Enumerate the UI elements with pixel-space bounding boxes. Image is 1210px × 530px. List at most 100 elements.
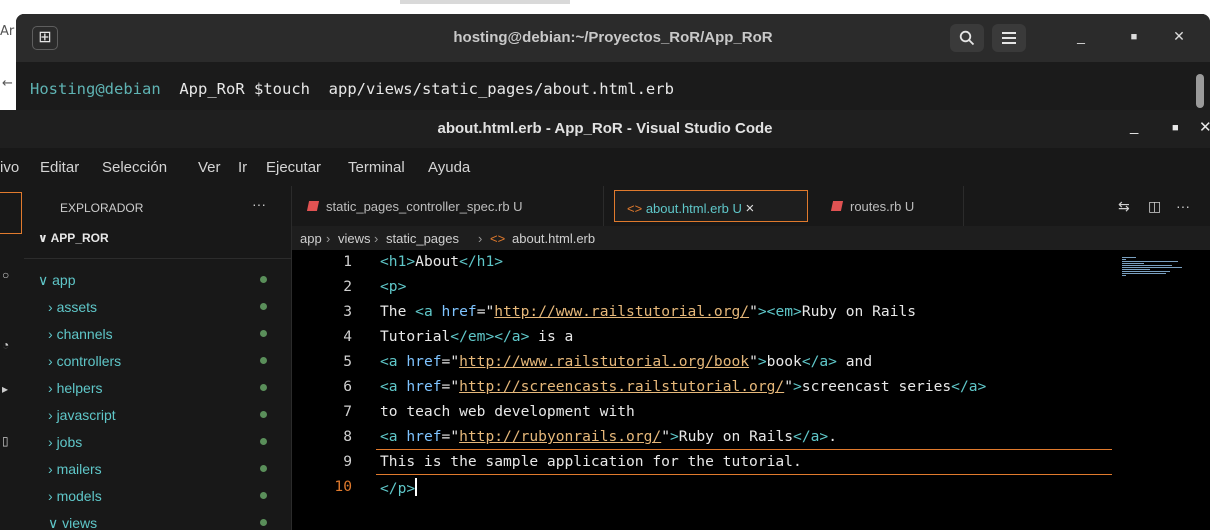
line-number: 4 — [343, 328, 352, 345]
git-status-dot — [260, 519, 267, 526]
menu-ayuda[interactable]: Ayuda — [428, 159, 470, 176]
chevron-right-icon: › — [48, 380, 57, 396]
tree-item-javascript[interactable]: › javascript — [24, 403, 292, 429]
code-text: Tutorial</em></a> is a — [380, 328, 574, 345]
menu-ejecutar[interactable]: Ejecutar — [266, 159, 321, 176]
code-text: <a href="http://www.railstutorial.org/bo… — [380, 353, 873, 370]
code-line[interactable]: 6 <a href="http://screencasts.railstutori… — [292, 378, 1112, 402]
code-text: <h1>About</h1> — [380, 253, 504, 270]
chevron-right-icon: › — [478, 231, 483, 246]
vscode-close-button[interactable]: ✕ — [1199, 118, 1210, 136]
tree-item-helpers[interactable]: › helpers — [24, 376, 292, 402]
breadcrumb: app › views › static_pages › <> about.ht… — [292, 226, 1210, 250]
breadcrumb-file[interactable]: about.html.erb — [512, 231, 595, 246]
menu-ver[interactable]: Ver — [198, 159, 221, 176]
tree-item-mailers[interactable]: › mailers — [24, 457, 292, 483]
explorer-sidebar: EXPLORADOR ··· ∨ APP_ROR ∨ app › assets › … — [24, 186, 292, 530]
tab-routes-rb[interactable]: routes.rb U — [814, 186, 964, 226]
desktop-text-fragment: Ar — [0, 24, 15, 39]
explorer-activity-icon[interactable] — [0, 192, 22, 234]
minimap[interactable] — [1122, 256, 1182, 280]
code-line[interactable]: 1 <h1>About</h1> — [292, 253, 1112, 277]
git-status-dot — [260, 276, 267, 283]
ruby-file-icon — [306, 201, 320, 211]
code-line[interactable]: 7 to teach web development with — [292, 403, 1112, 427]
terminal-scrollbar[interactable] — [1196, 74, 1204, 108]
code-text: <p> — [380, 278, 407, 295]
tree-item-label: models — [56, 488, 102, 504]
tree-item-models[interactable]: › models — [24, 484, 292, 510]
line-number: 10 — [334, 478, 352, 495]
tree-item-controllers[interactable]: › controllers — [24, 349, 292, 375]
more-actions-icon[interactable]: ··· — [1176, 198, 1190, 214]
line-number: 1 — [343, 253, 352, 270]
code-text: This is the sample application for the t… — [380, 453, 802, 470]
terminal-search-button[interactable] — [950, 24, 984, 52]
line-number: 8 — [343, 428, 352, 445]
menu-ir[interactable]: Ir — [238, 159, 247, 176]
hamburger-icon — [1002, 32, 1016, 44]
code-line[interactable]: 3 The <a href="http://www.railstutorial.o… — [292, 303, 1112, 327]
breadcrumb-views[interactable]: views — [338, 231, 371, 246]
chevron-right-icon: › — [48, 353, 57, 369]
tab-static-pages-controller-spec[interactable]: static_pages_controller_spec.rb U — [292, 186, 604, 226]
breadcrumb-static-pages[interactable]: static_pages — [386, 231, 459, 246]
code-text: <a href="http://rubyonrails.org/">Ruby o… — [380, 428, 837, 445]
menu-archivo[interactable]: ivo — [0, 159, 19, 176]
line-number: 5 — [343, 353, 352, 370]
tree-item-jobs[interactable]: › jobs — [24, 430, 292, 456]
git-status-dot — [260, 438, 267, 445]
terminal-command: $touch app/views/static_pages/about.html… — [254, 80, 674, 98]
vscode-window: about.html.erb - App_RoR - Visual Studio… — [0, 110, 1210, 530]
terminal-window: ⊞ hosting@debian:~/Proyectos_RoR/App_RoR… — [16, 14, 1210, 110]
extensions-activity-icon[interactable]: ▯ — [2, 434, 20, 448]
terminal-minimize-button[interactable]: _ — [1071, 28, 1091, 44]
menu-seleccion[interactable]: Selección — [102, 159, 167, 176]
text-caret — [415, 478, 418, 496]
terminal-close-button[interactable]: ✕ — [1169, 28, 1189, 45]
project-name: APP_ROR — [50, 231, 109, 245]
code-line[interactable]: 2 <p> — [292, 278, 1112, 302]
sidebar-divider — [24, 258, 292, 259]
breadcrumb-app[interactable]: app — [300, 231, 322, 246]
code-editor[interactable]: 1 <h1>About</h1> 2 <p> 3 The <a href="http://… — [292, 250, 1210, 530]
code-line[interactable]: 4 Tutorial</em></a> is a — [292, 328, 1112, 352]
prompt-user: Hosting@debian — [30, 80, 161, 98]
tree-item-assets[interactable]: › assets — [24, 295, 292, 321]
vscode-minimize-button[interactable]: _ — [1130, 118, 1138, 135]
tree-item-app[interactable]: ∨ app — [24, 268, 292, 294]
open-changes-icon[interactable]: ⇆ — [1118, 198, 1130, 215]
code-line[interactable]: 10 </p> — [292, 478, 1112, 502]
code-line[interactable]: 8 <a href="http://rubyonrails.org/">Ruby … — [292, 428, 1112, 452]
code-text: to teach web development with — [380, 403, 635, 420]
terminal-maximize-button[interactable]: ■ — [1124, 31, 1144, 43]
project-folder-header[interactable]: ∨ APP_ROR — [38, 231, 109, 245]
tree-item-label: jobs — [56, 434, 83, 450]
tree-item-channels[interactable]: › channels — [24, 322, 292, 348]
run-debug-activity-icon[interactable]: ▸ — [2, 382, 20, 396]
tree-item-views[interactable]: ∨ views — [24, 511, 292, 530]
chevron-down-icon: ∨ — [48, 515, 63, 530]
search-activity-icon[interactable]: ○ — [2, 268, 20, 282]
line-number: 9 — [343, 453, 352, 470]
code-line[interactable]: 5 <a href="http://www.railstutorial.org/b… — [292, 353, 1112, 377]
chevron-down-icon: ∨ — [38, 272, 53, 288]
vscode-maximize-button[interactable]: ■ — [1172, 122, 1179, 134]
close-icon[interactable]: × — [746, 200, 755, 217]
line-number: 3 — [343, 303, 352, 320]
chevron-right-icon: › — [48, 461, 57, 477]
tab-label: static_pages_controller_spec.rb U — [326, 199, 523, 214]
tree-item-label: helpers — [56, 380, 103, 396]
explorer-more-button[interactable]: ··· — [252, 196, 266, 212]
split-editor-icon[interactable]: ◫ — [1148, 198, 1161, 215]
menu-editar[interactable]: Editar — [40, 159, 79, 176]
menu-terminal[interactable]: Terminal — [348, 159, 405, 176]
chevron-right-icon: › — [48, 488, 57, 504]
terminal-menu-button[interactable] — [992, 24, 1026, 52]
tab-about-html-erb[interactable]: <> about.html.erb U × — [614, 190, 808, 222]
code-line[interactable]: 9 This is the sample application for the … — [292, 453, 1112, 477]
tab-label: routes.rb U — [850, 199, 915, 214]
terminal-output[interactable]: Hosting@debian App_RoR $touch app/views/… — [16, 62, 1210, 110]
chevron-right-icon: › — [48, 299, 57, 315]
source-control-activity-icon[interactable]: ◔ — [2, 338, 20, 352]
